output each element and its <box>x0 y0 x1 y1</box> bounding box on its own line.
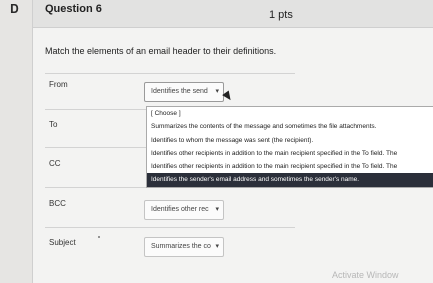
question-title: Question 6 <box>45 3 102 15</box>
row-label-to: To <box>49 120 58 129</box>
dropdown-option[interactable]: Identifies other recipients in addition … <box>147 147 433 160</box>
bookmark-flag-icon[interactable]: 𝐃 <box>10 2 19 17</box>
chevron-down-icon: ▾ <box>215 243 219 250</box>
row-label-bcc: BCC <box>49 199 66 208</box>
quiz-page: 𝐃 Question 6 1 pts Match the elements of… <box>0 0 433 283</box>
match-select-subject[interactable]: Summarizes the co ▾ <box>144 237 224 257</box>
divider <box>45 227 295 228</box>
row-label-subject: Subject <box>49 238 76 247</box>
dropdown-option[interactable]: Summarizes the contents of the message a… <box>147 120 433 133</box>
chevron-down-icon: ▾ <box>215 88 219 95</box>
question-header: Question 6 1 pts <box>33 0 433 28</box>
dropdown-option[interactable]: [ Choose ] <box>147 107 433 120</box>
divider <box>45 73 295 74</box>
dropdown-option-highlighted[interactable]: Identifies the sender's email address an… <box>147 173 433 187</box>
dropdown-option[interactable]: Identifies other recipients in addition … <box>147 160 433 173</box>
stray-dot <box>98 236 100 238</box>
mouse-cursor-icon <box>222 90 234 103</box>
activate-windows-watermark: Activate Window <box>332 270 399 280</box>
question-prompt: Match the elements of an email header to… <box>45 46 277 56</box>
row-label-from: From <box>49 80 68 89</box>
match-select-bcc[interactable]: Identifies other rec ▾ <box>144 200 224 220</box>
select-value: Identifies other rec <box>151 206 209 213</box>
chevron-down-icon: ▾ <box>215 206 219 213</box>
options-dropdown[interactable]: [ Choose ] Summarizes the contents of th… <box>146 106 433 188</box>
select-value: Summarizes the co <box>151 243 211 250</box>
select-value: Identifies the send <box>151 88 208 95</box>
row-label-cc: CC <box>49 159 61 168</box>
question-points: 1 pts <box>269 9 293 21</box>
question-card: Question 6 1 pts Match the elements of a… <box>32 0 433 283</box>
dropdown-option[interactable]: Identifies to whom the message was sent … <box>147 134 433 147</box>
match-select-from[interactable]: Identifies the send ▾ <box>144 82 224 102</box>
